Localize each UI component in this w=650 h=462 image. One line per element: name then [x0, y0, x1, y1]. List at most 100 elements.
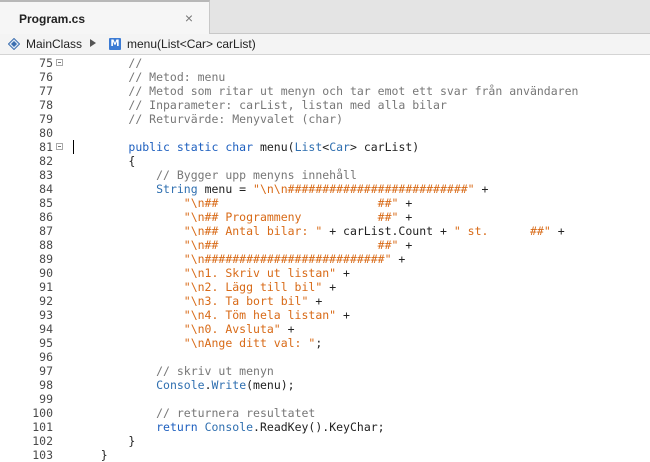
code-line: 80	[0, 126, 650, 140]
code-token: " st. ##"	[453, 224, 551, 238]
code-editor[interactable]: 75 //76 // Metod: menu 77 // Metod som ri…	[0, 55, 650, 462]
breadcrumb-method[interactable]: menu(List<Car> carList)	[127, 37, 256, 51]
code-token: +	[391, 252, 406, 266]
code-text: "\n4. Töm hela listan" +	[73, 308, 350, 322]
code-line: 79 // Returvärde: Menyvalet (char)	[0, 112, 650, 126]
code-token: "\n4. Töm hela listan"	[183, 308, 337, 322]
code-token: "\n1. Skriv ut listan"	[183, 266, 337, 280]
code-token: "\n\n##########################"	[253, 182, 475, 196]
code-text: public static char menu(List<Car> carLis…	[73, 140, 419, 154]
code-line: 91 "\n2. Lägg till bil" +	[0, 280, 650, 294]
code-token: .ReadKey().KeyChar;	[253, 420, 385, 434]
code-line: 102 }	[0, 434, 650, 448]
code-token: +	[398, 196, 413, 210]
line-number: 81	[39, 140, 53, 154]
code-text: Console.Write(menu);	[73, 378, 295, 392]
code-token: "\n## Antal bilar: "	[183, 224, 323, 238]
code-line: 89 "\n##########################" +	[0, 252, 650, 266]
line-number: 79	[39, 112, 53, 126]
line-number: 91	[39, 280, 53, 294]
code-line: 92 "\n3. Ta bort bil" +	[0, 294, 650, 308]
code-token: ;	[315, 336, 323, 350]
line-number: 78	[39, 98, 53, 112]
code-line: 77 // Metod som ritar ut menyn och tar e…	[0, 84, 650, 98]
code-token: // Metod: menu	[128, 70, 226, 84]
line-number: 80	[39, 126, 53, 140]
code-token: "\n## ##"	[183, 238, 399, 252]
code-line: 93 "\n4. Töm hela listan" +	[0, 308, 650, 322]
line-number: 84	[39, 182, 53, 196]
code-token: {	[73, 154, 136, 168]
code-text: "\n## ##" +	[73, 196, 413, 210]
code-line: 76 // Metod: menu	[0, 70, 650, 84]
code-text: "\n0. Avsluta" +	[73, 322, 295, 336]
code-token: +	[280, 322, 295, 336]
code-line: 78 // Inparameter: carList, listan med a…	[0, 98, 650, 112]
code-text: return Console.ReadKey().KeyChar;	[73, 420, 385, 434]
code-token: "\n0. Avsluta"	[183, 322, 281, 336]
breadcrumb-class[interactable]: MainClass	[26, 37, 82, 51]
code-token: // Bygger upp menyns innehåll	[156, 168, 357, 182]
line-number: 88	[39, 238, 53, 252]
line-number: 76	[39, 70, 53, 84]
code-token: +	[398, 238, 413, 252]
line-number: 77	[39, 84, 53, 98]
code-token: // Returvärde: Menyvalet (char)	[128, 112, 344, 126]
code-token: +	[474, 182, 489, 196]
tab-program-cs[interactable]: Program.cs ×	[0, 0, 210, 34]
code-line: 95 "\nAnge ditt val: ";	[0, 336, 650, 350]
method-icon: M	[109, 38, 121, 50]
code-line: 82 {	[0, 154, 650, 168]
code-token: //	[128, 56, 143, 70]
code-text: }	[73, 434, 135, 448]
code-text: "\n##########################" +	[73, 252, 406, 266]
tab-label: Program.cs	[19, 12, 86, 26]
code-token: > carList)	[349, 140, 420, 154]
code-token: +	[336, 266, 350, 280]
code-token: "\n##########################"	[183, 252, 392, 266]
code-text: // Bygger upp menyns innehåll	[73, 168, 357, 182]
line-number: 101	[32, 420, 53, 434]
line-number: 99	[39, 392, 53, 406]
line-number: 95	[39, 336, 53, 350]
code-line: 85 "\n## ##" +	[0, 196, 650, 210]
line-number: 97	[39, 364, 53, 378]
code-token: + carList.Count +	[322, 224, 454, 238]
code-line: 90 "\n1. Skriv ut listan" +	[0, 266, 650, 280]
code-token: String	[156, 182, 198, 196]
code-token: +	[308, 294, 323, 308]
code-line: 81 public static char menu(List<Car> car…	[0, 140, 650, 154]
fold-toggle-icon[interactable]	[56, 143, 63, 150]
code-line: 97 // skriv ut menyn	[0, 364, 650, 378]
code-token: "\n## Programmeny ##"	[183, 210, 399, 224]
code-line: 103 }	[0, 448, 650, 462]
code-token: menu(	[253, 140, 295, 154]
code-token: // Inparameter: carList, listan med alla…	[128, 98, 447, 112]
code-token: public static char	[128, 140, 254, 154]
code-token: +	[550, 224, 565, 238]
code-token: // returnera resultatet	[156, 406, 316, 420]
line-number: 96	[39, 350, 53, 364]
code-text: "\n3. Ta bort bil" +	[73, 294, 322, 308]
fold-toggle-icon[interactable]	[56, 59, 63, 66]
close-icon[interactable]: ×	[182, 11, 196, 25]
code-line: 96	[0, 350, 650, 364]
code-line: 94 "\n0. Avsluta" +	[0, 322, 650, 336]
chevron-right-icon	[90, 39, 96, 47]
line-number: 83	[39, 168, 53, 182]
code-text: "\n## Antal bilar: " + carList.Count + "…	[73, 224, 565, 238]
line-number: 75	[39, 56, 53, 70]
